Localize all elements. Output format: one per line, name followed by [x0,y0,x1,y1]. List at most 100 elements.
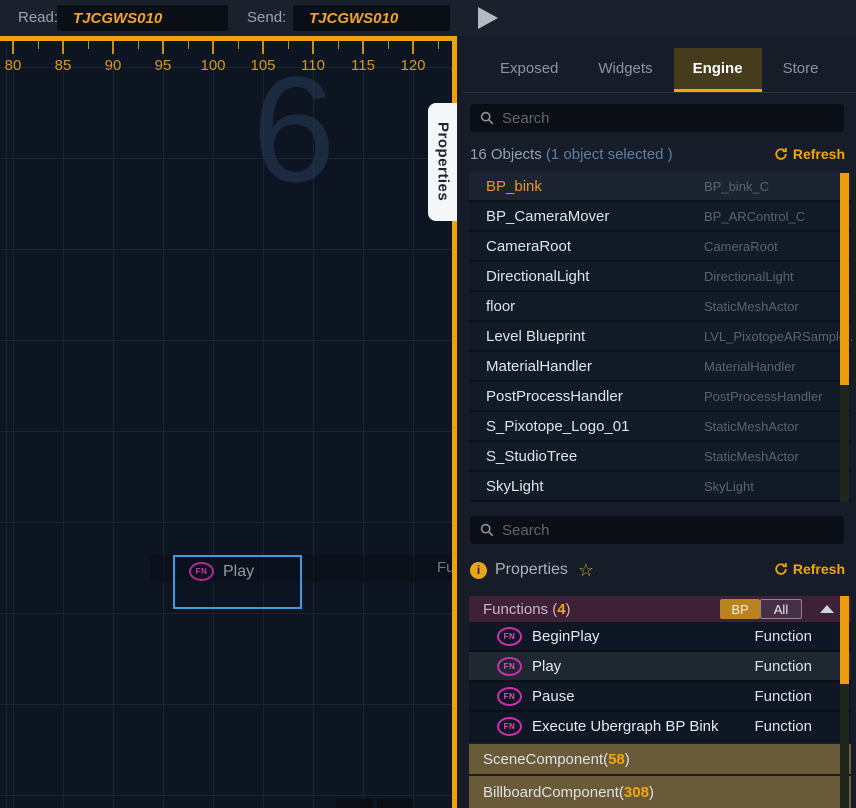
function-name: Execute Ubergraph BP Bink [532,718,719,735]
tab-bar-divider [463,92,856,93]
component-section-label: SceneComponent [483,751,603,768]
functions-section-header[interactable]: Functions (4) BP All [469,596,851,622]
properties-title: Properties [495,561,568,579]
ruler-minor-tick [438,41,439,49]
component-count: 58 [608,751,625,768]
dragged-function-label: Play [223,563,254,581]
properties-search-box[interactable] [470,516,844,544]
properties-scrollbar[interactable] [840,596,849,808]
object-row[interactable]: BP_CameraMoverBP_ARControl_C [469,202,851,232]
properties-scrollbar-thumb[interactable] [840,596,849,684]
ruler-minor-tick [38,41,39,49]
viewport-active-border-top [0,36,457,41]
functions-list: FNBeginPlayFunctionFNPlayFunctionFNPause… [469,622,851,742]
object-name: floor [486,298,515,315]
tab-store[interactable]: Store [764,48,838,92]
function-row[interactable]: FN Play Function [469,652,851,682]
ruler-label: 80 [0,57,35,74]
function-type: Function [754,688,812,705]
function-badge-icon: FN [189,562,214,581]
properties-header-row: i Properties ☆ Refresh [470,559,850,581]
ruler-major-tick [412,41,414,54]
properties-flyout-tab[interactable]: Properties [428,103,457,221]
ruler-label: 95 [141,57,185,74]
function-name: Pause [532,688,575,705]
ruler-minor-tick [138,41,139,49]
object-name: Level Blueprint [486,328,585,345]
bottom-ui-fragment [336,799,373,808]
objects-scrollbar-thumb[interactable] [840,173,849,385]
refresh-icon [774,562,788,576]
component-section-header[interactable]: SceneComponent (58) [469,744,851,774]
object-row[interactable]: floor StaticMeshActor [469,292,851,322]
tab-engine[interactable]: Engine [674,48,762,92]
tab-widgets[interactable]: Widgets [579,48,671,92]
search-icon [480,111,494,125]
collapse-arrow-icon[interactable] [820,605,834,613]
object-row[interactable]: CameraRootCameraRoot [469,232,851,262]
ruler-minor-tick [188,41,189,49]
function-row[interactable]: FNBeginPlayFunction [469,622,851,652]
objects-selection-label: (1 object selected ) [546,146,673,163]
favorite-star-icon[interactable]: ☆ [578,560,594,581]
object-name: BP_bink [486,178,542,195]
object-class: SkyLight [704,479,754,494]
object-row[interactable]: SkyLight SkyLight [469,472,851,502]
function-row[interactable]: FN Pause Function [469,682,851,712]
object-row[interactable]: MaterialHandler MaterialHandler [469,352,851,382]
object-class: BP_bink_C [704,179,769,194]
object-row[interactable]: S_Pixotope_Logo_01StaticMeshActor [469,412,851,442]
object-class: MaterialHandler [704,359,796,374]
function-badge-icon: FN [497,627,522,646]
objects-refresh-button[interactable]: Refresh [774,146,845,162]
component-section-header[interactable]: BillboardComponent (308) [469,776,851,808]
objects-list: BP_bink BP_bink_C BP_CameraMoverBP_ARContr… [469,172,851,502]
function-type: Function [754,658,812,675]
objects-refresh-label: Refresh [793,146,845,162]
filter-bp-button[interactable]: BP [720,599,760,619]
object-row[interactable]: PostProcessHandler PostProcessHandler [469,382,851,412]
bottom-ui-fragment [377,799,413,808]
function-type: Function [754,718,812,735]
search-icon [480,523,494,537]
function-row[interactable]: FNExecute Ubergraph BP BinkFunction [469,712,851,742]
ruler-label: 85 [41,57,85,74]
object-row[interactable]: DirectionalLightDirectionalLight [469,262,851,292]
object-row[interactable]: Level BlueprintLVL_PixotopeARSample.. [469,322,851,352]
objects-search-input[interactable] [502,110,802,127]
properties-refresh-button[interactable]: Refresh [774,561,845,577]
functions-section-label: Functions [483,601,552,618]
refresh-icon [774,147,788,161]
object-class: StaticMeshActor [704,419,799,434]
play-triangle-icon[interactable] [478,7,498,29]
component-section-headers: SceneComponent (58)BillboardComponent (3… [469,744,851,808]
read-input[interactable] [57,5,228,31]
tab-exposed[interactable]: Exposed [481,48,577,92]
object-row[interactable]: S_StudioTreeStaticMeshActor [469,442,851,472]
function-name: Play [532,658,561,675]
object-name: MaterialHandler [486,358,592,375]
object-name: S_StudioTree [486,448,577,465]
dragged-function-drop-target[interactable]: FN Play [173,555,302,609]
ruler-minor-tick [238,41,239,49]
ruler-minor-tick [338,41,339,49]
function-badge-icon: FN [497,687,522,706]
component-count: 308 [624,784,649,801]
ruler-major-tick [112,41,114,54]
object-row[interactable]: BP_bink BP_bink_C [469,172,851,202]
objects-search-box[interactable] [470,104,844,132]
object-class: StaticMeshActor [704,299,799,314]
properties-search-input[interactable] [502,522,802,539]
send-input[interactable] [293,5,450,31]
object-name: SkyLight [486,478,544,495]
viewport-canvas[interactable]: 80859095100105110115120125 6 Function FN… [0,36,457,808]
object-class: PostProcessHandler [704,389,823,404]
function-badge-icon: FN [497,657,522,676]
filter-all-button[interactable]: All [760,599,802,619]
object-class: DirectionalLight [704,269,794,284]
object-name: PostProcessHandler [486,388,623,405]
tab-api-log[interactable]: API Log [839,48,856,92]
object-name: CameraRoot [486,238,571,255]
info-icon[interactable]: i [470,562,487,579]
objects-scrollbar[interactable] [840,172,849,502]
